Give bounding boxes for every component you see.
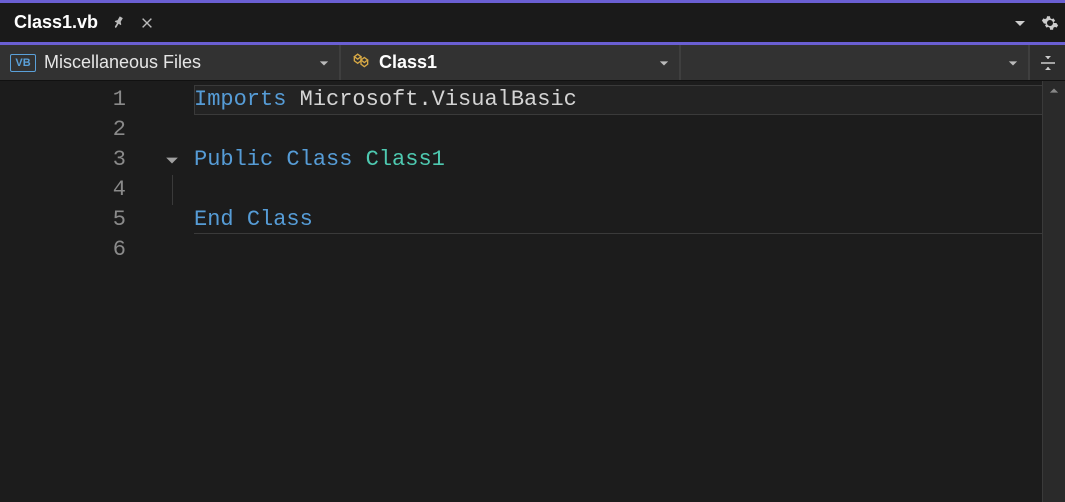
token: Microsoft.VisualBasic (300, 87, 577, 112)
navigation-bar: VB Miscellaneous Files Class1 (0, 45, 1065, 81)
fold-column (150, 81, 194, 502)
code-line[interactable] (194, 115, 1043, 145)
line-number: 6 (0, 235, 126, 265)
class-label: Class1 (379, 52, 437, 73)
fold-empty (150, 115, 194, 145)
scroll-up-icon[interactable] (1043, 81, 1065, 101)
token: Class (247, 207, 313, 232)
block-separator (194, 233, 1043, 234)
line-number: 5 (0, 205, 126, 235)
token: Class (286, 147, 352, 172)
editor-window: Class1.vb VB Miscellaneous Files (0, 0, 1065, 502)
member-dropdown[interactable] (680, 45, 1029, 80)
fold-toggle[interactable] (150, 145, 194, 175)
chevron-down-icon (659, 52, 669, 73)
pin-icon[interactable] (112, 16, 126, 30)
code-line[interactable] (194, 235, 1043, 265)
tab-title: Class1.vb (14, 12, 98, 33)
window-menu-icon[interactable] (1005, 3, 1035, 42)
code-editor[interactable]: 123456 Imports Microsoft.VisualBasic Publ… (0, 81, 1065, 502)
line-number: 1 (0, 85, 126, 115)
gear-icon[interactable] (1035, 3, 1065, 42)
tab-active[interactable]: Class1.vb (0, 3, 168, 42)
class-icon (351, 51, 371, 74)
code-area[interactable]: Imports Microsoft.VisualBasic Public Clas… (194, 81, 1043, 502)
tab-strip: Class1.vb (0, 0, 1065, 42)
line-number-gutter: 123456 (0, 81, 150, 502)
code-line[interactable]: Public Class Class1 (194, 145, 1043, 175)
code-line[interactable]: End Class (194, 205, 1043, 235)
editor-right-border (1039, 81, 1043, 502)
scope-dropdown[interactable]: VB Miscellaneous Files (0, 45, 340, 80)
scope-label: Miscellaneous Files (44, 52, 201, 73)
token (234, 207, 247, 232)
fold-empty (150, 85, 194, 115)
vb-badge-icon: VB (10, 54, 36, 72)
class-dropdown[interactable]: Class1 (340, 45, 680, 80)
vertical-scrollbar[interactable] (1043, 81, 1065, 502)
fold-guide (150, 175, 194, 205)
split-window-icon[interactable] (1029, 45, 1065, 80)
chevron-down-icon (319, 52, 329, 73)
code-line[interactable]: Imports Microsoft.VisualBasic (194, 85, 1043, 115)
token (352, 147, 365, 172)
token: End (194, 207, 234, 232)
line-number: 4 (0, 175, 126, 205)
token: Public (194, 147, 273, 172)
code-line[interactable] (194, 175, 1043, 205)
fold-empty (150, 205, 194, 235)
tab-strip-spacer (168, 3, 1005, 42)
token: Imports (194, 87, 286, 112)
chevron-down-icon (1008, 52, 1018, 73)
token (273, 147, 286, 172)
line-number: 3 (0, 145, 126, 175)
token: Class1 (366, 147, 445, 172)
token (286, 87, 299, 112)
fold-empty (150, 235, 194, 265)
close-icon[interactable] (140, 16, 154, 30)
line-number: 2 (0, 115, 126, 145)
